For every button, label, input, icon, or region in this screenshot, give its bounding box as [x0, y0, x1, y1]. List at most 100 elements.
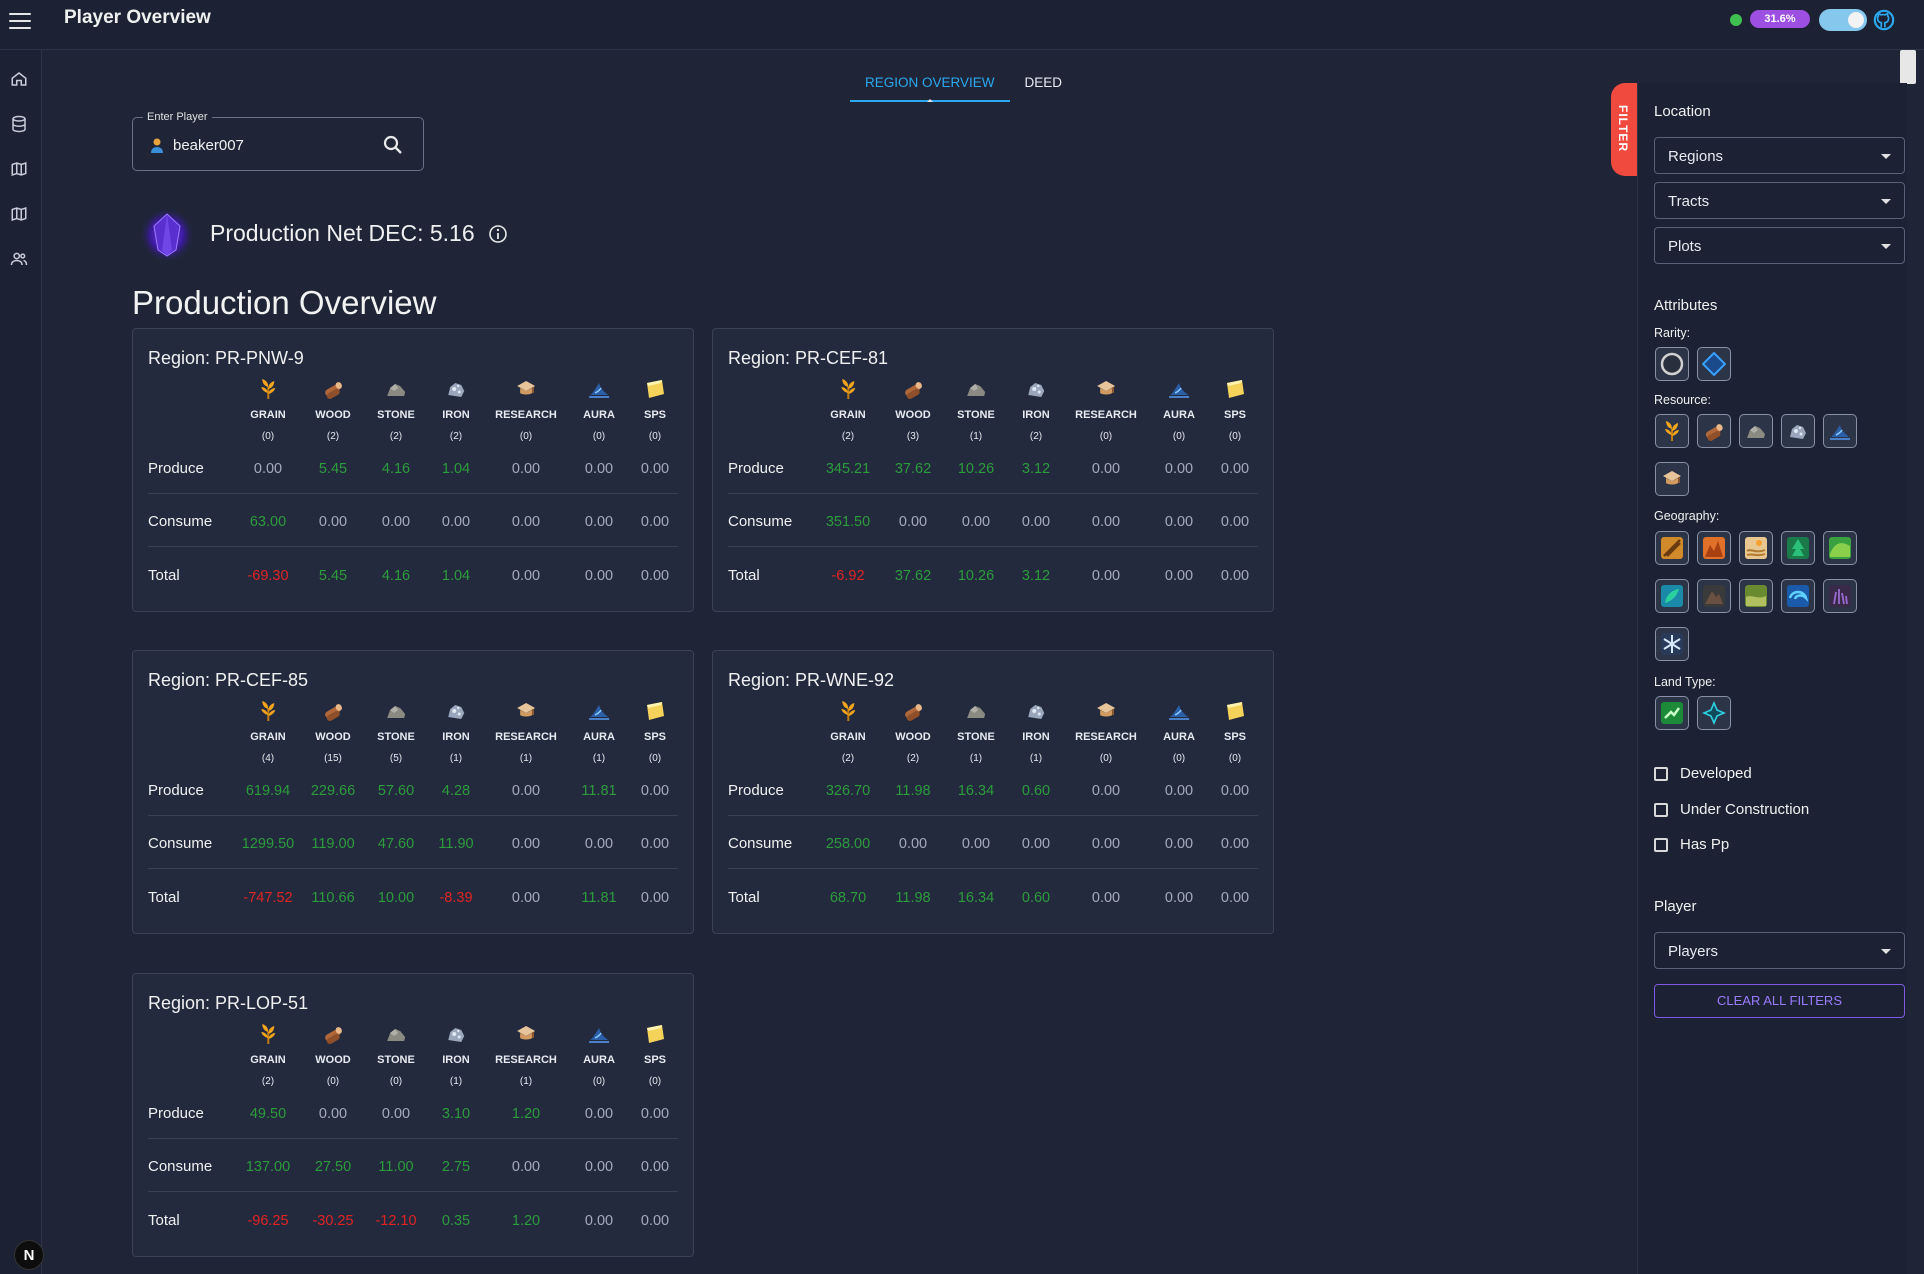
search-icon[interactable]	[381, 133, 405, 157]
under-construction-label: Under Construction	[1680, 801, 1810, 818]
tab-deed[interactable]: DEED	[1010, 64, 1078, 102]
consume-value: 0.00	[1091, 514, 1121, 530]
wood-icon	[904, 382, 922, 399]
produce-value: 3.12	[1021, 461, 1051, 477]
produce-value: 49.50	[249, 1106, 287, 1122]
land-type-developed-chip[interactable]	[1655, 696, 1689, 730]
resource-count: (1)	[519, 753, 533, 764]
total-value: 4.16	[381, 568, 411, 584]
resource-count: (2)	[261, 1076, 275, 1087]
land-type-magic-chip[interactable]	[1697, 696, 1731, 730]
row-divider	[728, 546, 1258, 547]
produce-value: 1.20	[511, 1106, 541, 1122]
resource-count: (0)	[648, 753, 662, 764]
consume-value: 0.00	[381, 514, 411, 530]
geography-filter-chip-desert[interactable]	[1739, 531, 1773, 565]
land-type-label: Land Type:	[1654, 675, 1716, 689]
geography-filter-chip-swamp[interactable]	[1823, 579, 1857, 613]
has-pp-checkbox[interactable]: Has Pp	[1654, 836, 1729, 853]
resource-count: (1)	[1029, 753, 1043, 764]
canyon-icon	[1703, 537, 1725, 559]
region-title: Region: PR-PNW-9	[148, 348, 304, 368]
geography-filter-chip-jungle[interactable]	[1655, 579, 1689, 613]
geography-filter-chip-canyon[interactable]	[1697, 531, 1731, 565]
theme-toggle[interactable]	[1819, 9, 1867, 31]
resource-count: (2)	[449, 431, 463, 442]
total-value: -747.52	[243, 890, 293, 906]
consume-value: 1299.50	[241, 836, 295, 852]
region-card: Region: PR-PNW-9 GRAIN (0) WOOD (2) STONE (2) I…	[132, 328, 694, 612]
checkbox-box[interactable]	[1654, 837, 1668, 852]
consume-value: 0.00	[1220, 836, 1250, 852]
scrollbar[interactable]	[1900, 50, 1916, 84]
row-label-consume: Consume	[148, 835, 213, 852]
info-icon[interactable]	[488, 224, 508, 244]
rarity-common-chip[interactable]	[1655, 347, 1689, 381]
resource-filter-chip-grain[interactable]	[1655, 414, 1689, 448]
row-label-consume: Consume	[148, 1158, 213, 1175]
resource-name: RESEARCH	[1075, 409, 1137, 421]
resource-name: IRON	[442, 1054, 470, 1066]
total-value: -12.10	[375, 1213, 417, 1229]
geography-filter-chip-forest[interactable]	[1781, 531, 1815, 565]
wood-icon	[324, 704, 342, 721]
users-icon[interactable]	[10, 250, 30, 270]
under-construction-checkbox[interactable]: Under Construction	[1654, 801, 1809, 818]
produce-value: 0.00	[1091, 461, 1121, 477]
resource-count: (2)	[1029, 431, 1043, 442]
database-icon[interactable]	[10, 115, 30, 135]
tab-region-overview[interactable]: REGION OVERVIEW	[850, 64, 1010, 102]
rarity-rare-chip[interactable]	[1697, 347, 1731, 381]
total-value: 0.35	[441, 1213, 471, 1229]
resource-filter-chip-wood[interactable]	[1697, 414, 1731, 448]
checkbox-box[interactable]	[1654, 766, 1668, 781]
players-dropdown[interactable]: Players	[1654, 932, 1905, 969]
developed-checkbox[interactable]: Developed	[1654, 765, 1752, 782]
checkbox-box[interactable]	[1654, 802, 1668, 817]
water-icon	[1787, 585, 1809, 607]
geography-filter-chip-tundra[interactable]	[1655, 627, 1689, 661]
geography-filter-chip-hills[interactable]	[1823, 531, 1857, 565]
resource-name: RESEARCH	[1075, 731, 1137, 743]
menu-icon[interactable]	[8, 10, 32, 32]
resource-name: WOOD	[315, 409, 351, 421]
grain-icon	[260, 1024, 275, 1044]
total-value: 10.00	[377, 890, 415, 906]
resource-column-header: GRAIN (0)	[250, 377, 286, 442]
geography-filter-chip-mountain[interactable]	[1697, 579, 1731, 613]
clear-all-filters-button[interactable]: CLEAR ALL FILTERS	[1654, 984, 1905, 1018]
resource-count: (2)	[841, 753, 855, 764]
map-alt-icon[interactable]	[10, 205, 30, 225]
geography-filter-chip-plains[interactable]	[1739, 579, 1773, 613]
map-icon[interactable]	[10, 160, 30, 180]
regions-dropdown[interactable]: Regions	[1654, 137, 1905, 174]
tracts-dropdown[interactable]: Tracts	[1654, 182, 1905, 219]
resource-filter-chip-research[interactable]	[1655, 462, 1689, 496]
row-label-total: Total	[148, 1212, 180, 1229]
geography-filter-chip-badlands[interactable]	[1655, 531, 1689, 565]
github-icon[interactable]	[1873, 9, 1895, 31]
row-label-total: Total	[148, 567, 180, 584]
produce-value: 10.26	[957, 461, 995, 477]
resource-name: WOOD	[895, 409, 931, 421]
consume-value: 0.00	[1164, 836, 1194, 852]
tundra-icon	[1661, 633, 1683, 655]
produce-value: 0.00	[511, 783, 541, 799]
filter-toggle-tab[interactable]: FILTER	[1611, 83, 1637, 176]
player-input[interactable]	[173, 132, 373, 158]
resource-name: WOOD	[315, 731, 351, 743]
aura-icon	[589, 705, 609, 720]
stone-icon	[966, 384, 985, 396]
produce-value: 0.00	[640, 1106, 670, 1122]
resource-filter-chip-aura[interactable]	[1823, 414, 1857, 448]
resource-filter-chip-iron[interactable]	[1781, 414, 1815, 448]
home-icon[interactable]	[10, 70, 30, 90]
resource-count: (0)	[389, 1076, 403, 1087]
plots-dropdown[interactable]: Plots	[1654, 227, 1905, 264]
resource-count: (0)	[1228, 431, 1242, 442]
n-badge-icon[interactable]: N	[14, 1240, 44, 1270]
stone-icon	[386, 384, 405, 396]
resource-filter-chip-stone[interactable]	[1739, 414, 1773, 448]
geography-filter-chip-water[interactable]	[1781, 579, 1815, 613]
resource-name: SPS	[643, 409, 666, 421]
